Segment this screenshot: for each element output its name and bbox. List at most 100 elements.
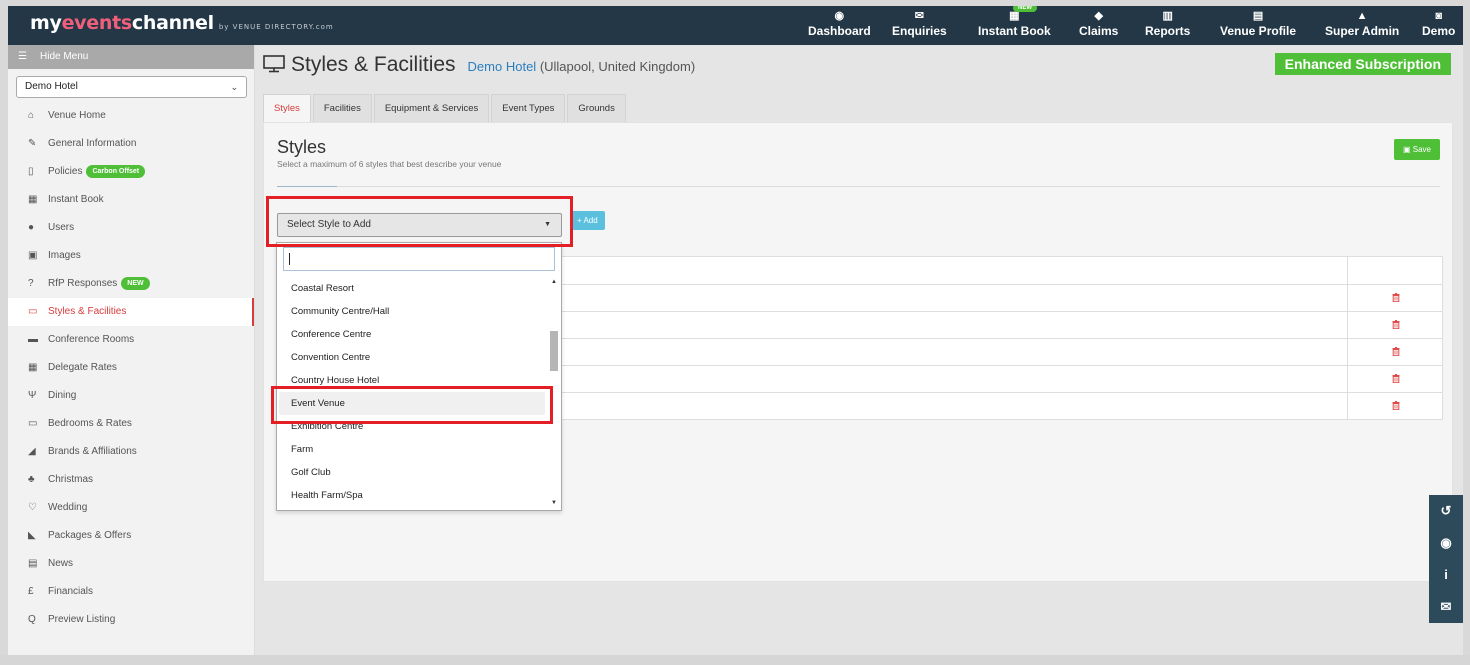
sidebar-item-images[interactable]: ▣ Images (8, 242, 254, 270)
monitor-icon (263, 55, 285, 79)
sidebar-item-news[interactable]: ▤ News (8, 550, 254, 578)
scrollbar-thumb[interactable] (550, 331, 558, 371)
dropdown-option[interactable]: Convention Centre (277, 346, 549, 369)
nav-label: Venue Profile (1220, 24, 1297, 38)
nav-reports[interactable]: ▥ Reports (1145, 9, 1190, 38)
dropdown-option[interactable]: Farm (277, 438, 549, 461)
envelope-icon[interactable]: ✉ (1429, 591, 1463, 623)
sidebar-item-label: Wedding (48, 502, 88, 513)
nav-venue-profile[interactable]: ▤ Venue Profile (1220, 9, 1296, 38)
sidebar-item-christmas[interactable]: ♣ Christmas (8, 466, 254, 494)
hide-menu-button[interactable]: ☰ Hide Menu (8, 45, 254, 69)
tab-grounds[interactable]: Grounds (567, 94, 626, 122)
dropdown-option[interactable]: Conference Centre (277, 323, 549, 346)
venue-link[interactable]: Demo Hotel (468, 59, 537, 74)
sidebar-item-label: General Information (48, 138, 137, 149)
nav-label: Enquiries (892, 24, 947, 38)
bookmark-icon: ◢ (28, 446, 36, 457)
nav-instant-book[interactable]: ▦ Instant Book NEW (978, 6, 1051, 38)
trash-icon[interactable] (1392, 347, 1400, 356)
sidebar-item-financials[interactable]: £ Financials (8, 578, 254, 606)
nav-label: Super Admin (1325, 24, 1400, 38)
tab-styles[interactable]: Styles (263, 94, 311, 122)
dropdown-option[interactable]: Community Centre/Hall (277, 300, 549, 323)
sidebar-item-brands-affiliations[interactable]: ◢ Brands & Affiliations (8, 438, 254, 466)
venue-select[interactable]: Demo Hotel ⌄ (16, 76, 247, 98)
image-icon: ▣ (28, 250, 38, 261)
dropdown-option[interactable]: Coastal Resort (277, 277, 549, 300)
floating-action-bar: ↺ ◉ i ✉ (1429, 495, 1463, 623)
info-icon[interactable]: i (1429, 559, 1463, 591)
trash-icon[interactable] (1392, 374, 1400, 383)
chat-icon[interactable]: ◉ (1429, 527, 1463, 559)
venue-location: (Ullapool, United Kingdom) (539, 59, 696, 74)
sidebar-item-label: Christmas (48, 474, 94, 485)
tree-icon: ♣ (28, 474, 35, 485)
question-icon: ? (28, 278, 34, 289)
sidebar-item-bedrooms-rates[interactable]: ▭ Bedrooms & Rates (8, 410, 254, 438)
sidebar-item-rfp-responses[interactable]: ? RfP Responses NEW (8, 270, 254, 298)
sidebar-item-label: Users (48, 222, 75, 233)
floppy-icon: ▣ (1402, 145, 1413, 154)
nav-label: Demo (1422, 24, 1456, 38)
envelope-icon: ✉ (914, 10, 924, 22)
new-badge: NEW (1013, 6, 1037, 12)
history-icon[interactable]: ↺ (1429, 495, 1463, 527)
section-subtitle: Select a maximum of 6 styles that best d… (277, 159, 502, 169)
nav-demo[interactable]: ◙ Demo (1422, 9, 1455, 38)
nav-label: Dashboard (808, 24, 871, 38)
tab-equipment-services[interactable]: Equipment & Services (373, 94, 490, 122)
sidebar-item-wedding[interactable]: ♡ Wedding (8, 494, 254, 522)
briefcase-icon: ▬ (28, 334, 38, 345)
nav-claims[interactable]: ◆ Claims (1079, 9, 1118, 38)
scroll-down-icon[interactable]: ▼ (549, 500, 559, 506)
sidebar-item-packages-offers[interactable]: ◣ Packages & Offers (8, 522, 254, 550)
bars-icon: ☰ (18, 51, 27, 62)
user-icon: ● (28, 222, 35, 233)
nav-label: Claims (1079, 24, 1119, 38)
sidebar-item-delegate-rates[interactable]: ▦ Delegate Rates (8, 354, 254, 382)
sidebar-item-general-information[interactable]: ✎ General Information (8, 130, 254, 158)
dropdown-search-input[interactable] (283, 247, 555, 271)
building-icon: ▤ (1252, 10, 1264, 22)
sidebar-item-label: Packages & Offers (48, 530, 132, 541)
tag-icon: ◆ (1094, 10, 1103, 22)
trash-icon[interactable] (1392, 320, 1400, 329)
sidebar-item-label: Brands & Affiliations (48, 446, 137, 457)
nav-dashboard[interactable]: ◉ Dashboard (808, 9, 871, 38)
sidebar-item-preview-listing[interactable]: Q Preview Listing (8, 606, 254, 634)
home-icon: ⌂ (28, 110, 35, 121)
tags-icon: ◣ (28, 530, 36, 541)
sidebar-item-users[interactable]: ● Users (8, 214, 254, 242)
sidebar-item-instant-book[interactable]: ▦ Instant Book (8, 186, 254, 214)
sidebar-item-conference-rooms[interactable]: ▬ Conference Rooms (8, 326, 254, 354)
sidebar-item-label: RfP Responses (48, 278, 118, 289)
trash-icon[interactable] (1392, 401, 1400, 410)
search-icon: Q (28, 614, 36, 625)
dashboard-icon: ◉ (834, 10, 845, 22)
add-style-button[interactable]: + Add (570, 211, 605, 230)
sidebar-item-label: Conference Rooms (48, 334, 135, 345)
calendar-icon: ▦ (28, 194, 38, 205)
sidebar-item-styles-facilities[interactable]: ▭ Styles & Facilities (8, 298, 254, 326)
sidebar-pill: Carbon Offset (86, 164, 146, 178)
save-button[interactable]: ▣ Save (1393, 139, 1440, 160)
dropdown-option[interactable]: Health Farm/Spa (277, 484, 549, 507)
trash-icon[interactable] (1392, 293, 1400, 302)
highlight-box-option (271, 386, 553, 424)
tab-event-types[interactable]: Event Types (491, 94, 566, 122)
sidebar-item-label: Bedrooms & Rates (48, 418, 132, 429)
sidebar-item-label: Images (48, 250, 81, 261)
scroll-up-icon[interactable]: ▲ (549, 279, 559, 285)
nav-enquiries[interactable]: ✉ Enquiries (892, 9, 947, 38)
app-frame: myeventschannel by VENUE DIRECTORY.com ◉ D… (8, 6, 1463, 659)
divider (277, 186, 1440, 187)
sidebar-item-policies[interactable]: ▯ Policies Carbon Offset (8, 158, 254, 186)
sidebar-item-dining[interactable]: Ψ Dining (8, 382, 254, 410)
tab-facilities[interactable]: Facilities (312, 94, 372, 122)
nav-super-admin[interactable]: ▲ Super Admin (1325, 9, 1399, 38)
sidebar-item-venue-home[interactable]: ⌂ Venue Home (8, 102, 254, 130)
brand-logo[interactable]: myeventschannel by VENUE DIRECTORY.com (30, 12, 334, 34)
dropdown-option[interactable]: Golf Club (277, 461, 549, 484)
sidebar-item-label: Dining (48, 390, 77, 401)
